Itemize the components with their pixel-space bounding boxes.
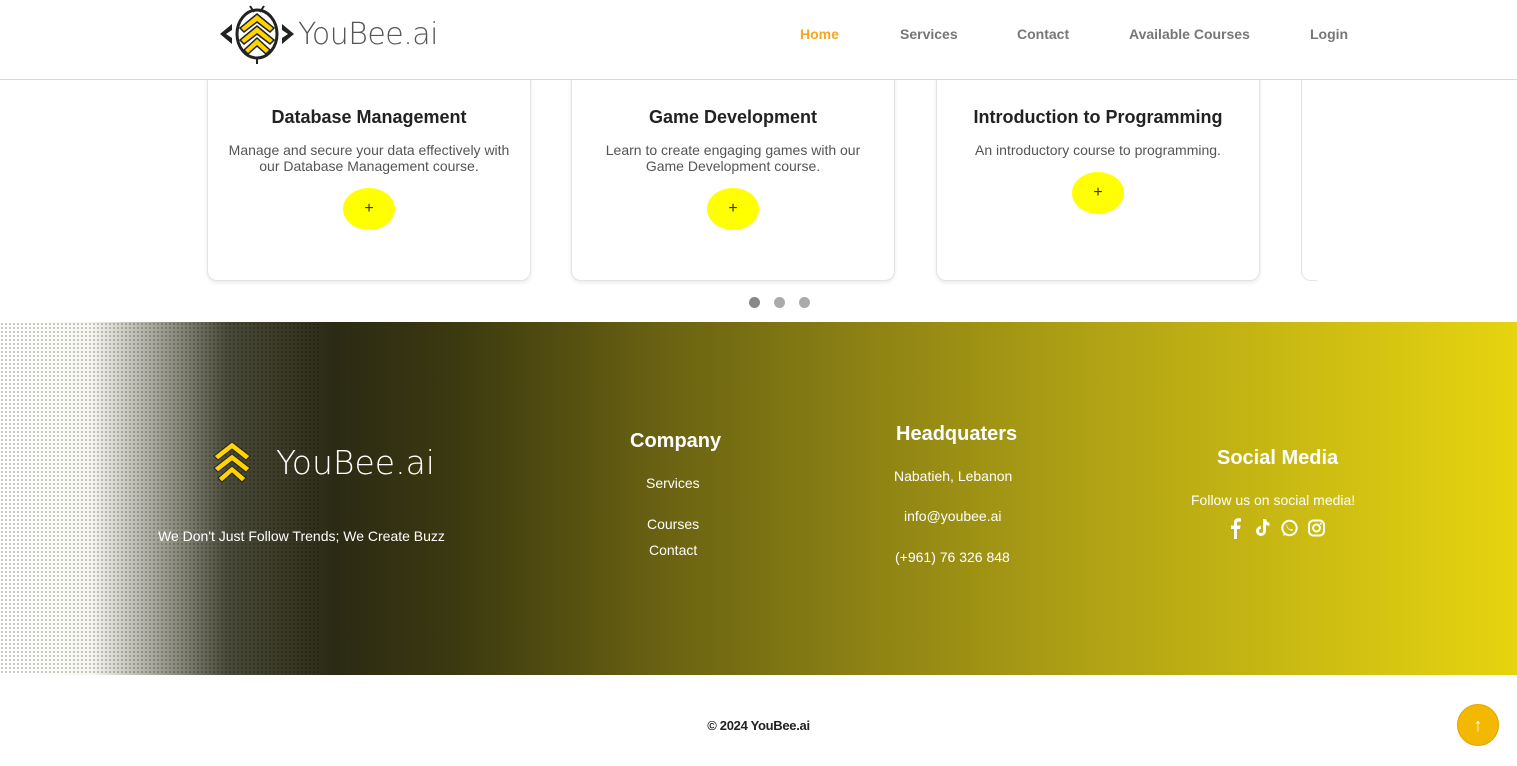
- carousel-dot[interactable]: [799, 297, 810, 308]
- footer-logo: YouBee.ai: [212, 440, 435, 484]
- course-description: Learn to create engaging games with our …: [605, 142, 861, 174]
- course-description: An introductory course to programming.: [975, 142, 1221, 158]
- carousel-dots: [749, 297, 824, 308]
- footer-link-contact[interactable]: Contact: [649, 542, 697, 558]
- course-title: Introduction to Programming: [973, 107, 1223, 127]
- carousel-dot[interactable]: [749, 297, 760, 308]
- footer-social-title: Social Media: [1217, 447, 1339, 469]
- facebook-icon[interactable]: [1226, 517, 1245, 539]
- footer-link-services[interactable]: Services: [646, 475, 700, 491]
- instagram-icon[interactable]: [1307, 517, 1326, 539]
- social-icons: [1226, 517, 1334, 539]
- footer-email[interactable]: info@youbee.ai: [904, 508, 1002, 524]
- footer-link-courses[interactable]: Courses: [647, 516, 699, 532]
- footer-logo-text: YouBee.ai: [276, 442, 435, 482]
- site-header: YouBee.ai Home Services Contact Availabl…: [0, 0, 1517, 80]
- footer-social-text: Follow us on social media!: [1191, 492, 1356, 508]
- course-card: Database Management Manage and secure yo…: [207, 80, 531, 281]
- course-title: Game Development: [648, 107, 818, 127]
- course-title: Database Management: [271, 107, 467, 127]
- nav-contact[interactable]: Contact: [1017, 26, 1069, 42]
- nav-home[interactable]: Home: [800, 26, 839, 42]
- bee-logo-icon: [220, 5, 294, 64]
- carousel-dot[interactable]: [774, 297, 785, 308]
- nav-services[interactable]: Services: [900, 26, 958, 42]
- footer-texture: [0, 322, 320, 675]
- footer-phone[interactable]: (+961) 76 326 848: [895, 549, 1010, 565]
- course-card: Introduction to Programming An introduct…: [936, 80, 1260, 281]
- course-description: Manage and secure your data effectively …: [228, 142, 510, 174]
- footer-address: Nabatieh, Lebanon: [894, 468, 1013, 484]
- copyright: © 2024 YouBee.ai: [707, 718, 810, 733]
- add-course-button[interactable]: +: [1072, 172, 1124, 214]
- bee-logo-icon: [213, 441, 251, 483]
- footer-hq-title: Headquaters: [896, 423, 1018, 445]
- footer-tagline: We Don't Just Follow Trends; We Create B…: [158, 528, 445, 544]
- logo-text: YouBee.ai: [298, 16, 439, 52]
- whatsapp-icon[interactable]: [1280, 517, 1299, 539]
- course-card-partial: [1301, 80, 1317, 281]
- scroll-to-top-button[interactable]: ↑: [1457, 704, 1499, 746]
- footer-company-title: Company: [630, 430, 722, 452]
- site-logo[interactable]: YouBee.ai: [212, 2, 442, 66]
- course-card: Game Development Learn to create engagin…: [571, 80, 895, 281]
- add-course-button[interactable]: +: [707, 188, 759, 230]
- tiktok-icon[interactable]: [1253, 517, 1272, 539]
- nav-available-courses[interactable]: Available Courses: [1129, 26, 1250, 42]
- add-course-button[interactable]: +: [343, 188, 395, 230]
- nav-login[interactable]: Login: [1310, 26, 1348, 42]
- course-carousel: Database Management Manage and secure yo…: [0, 80, 1517, 290]
